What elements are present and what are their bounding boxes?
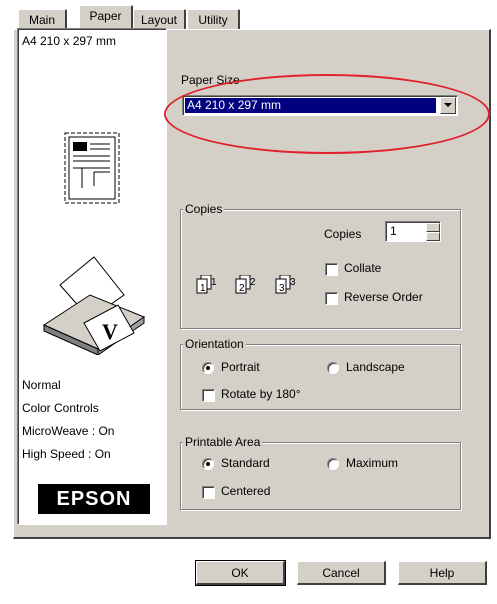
- collate-icon-label: 1: [200, 283, 206, 294]
- printable-area-group-title: Printable Area: [183, 435, 263, 449]
- preview-setting-color: Color Controls: [22, 401, 99, 415]
- collate-checkbox[interactable]: [325, 263, 338, 276]
- maximum-label[interactable]: Maximum: [346, 456, 398, 470]
- printer-properties-window: Main Paper Layout Utility A4 210 x 297 m…: [0, 0, 497, 604]
- copies-group-title: Copies: [183, 202, 225, 216]
- maximum-radio[interactable]: [327, 458, 339, 470]
- ok-button[interactable]: OK: [195, 560, 286, 586]
- epson-logo: EPSON: [38, 484, 150, 514]
- rotate-180-label[interactable]: Rotate by 180°: [221, 387, 301, 401]
- collate-icon-label: 1: [211, 277, 217, 288]
- standard-label[interactable]: Standard: [221, 456, 270, 470]
- stepper-down-icon[interactable]: [426, 232, 440, 241]
- landscape-label[interactable]: Landscape: [346, 360, 405, 374]
- paper-size-dropdown[interactable]: A4 210 x 297 mm: [182, 95, 458, 116]
- cancel-button[interactable]: Cancel: [297, 561, 386, 585]
- paper-size-label: Paper Size: [181, 73, 240, 87]
- copies-count-label: Copies: [324, 227, 362, 241]
- reverse-order-checkbox[interactable]: [325, 292, 338, 305]
- portrait-radio[interactable]: [202, 362, 214, 374]
- preview-setting-microweave: MicroWeave : On: [22, 424, 115, 438]
- collate-icon-label: 3: [290, 277, 296, 288]
- centered-checkbox[interactable]: [202, 486, 215, 499]
- svg-text:V: V: [102, 319, 118, 344]
- centered-label[interactable]: Centered: [221, 484, 270, 498]
- collate-pages-icon: 1 1 2 2 3 3: [196, 275, 296, 294]
- page-layout-icon: [64, 132, 120, 204]
- copies-stepper[interactable]: 1: [385, 221, 441, 242]
- collate-label[interactable]: Collate: [344, 261, 381, 275]
- chevron-down-icon[interactable]: [440, 97, 456, 114]
- rotate-180-checkbox[interactable]: [202, 389, 215, 402]
- landscape-radio[interactable]: [327, 362, 339, 374]
- collate-icon-label: 2: [239, 283, 245, 294]
- preview-setting-highspeed: High Speed : On: [22, 447, 111, 461]
- reverse-order-label[interactable]: Reverse Order: [344, 290, 423, 304]
- printable-area-group: [180, 442, 461, 510]
- paper-size-value: A4 210 x 297 mm: [185, 98, 436, 113]
- preview-setting-mode: Normal: [22, 378, 61, 392]
- portrait-label[interactable]: Portrait: [221, 360, 260, 374]
- preview-paper-label: A4 210 x 297 mm: [22, 34, 117, 48]
- orientation-group-title: Orientation: [183, 337, 246, 351]
- settings-preview-pane: A4 210 x 297 mm V Normal Color Controls …: [17, 28, 167, 525]
- printer-icon: V: [42, 256, 146, 355]
- standard-radio[interactable]: [202, 458, 214, 470]
- stepper-up-icon[interactable]: [426, 223, 440, 232]
- collate-icon-label: 3: [279, 283, 285, 294]
- collate-icon-label: 2: [250, 277, 256, 288]
- copies-count-value: 1: [390, 224, 397, 238]
- help-button[interactable]: Help: [398, 561, 487, 585]
